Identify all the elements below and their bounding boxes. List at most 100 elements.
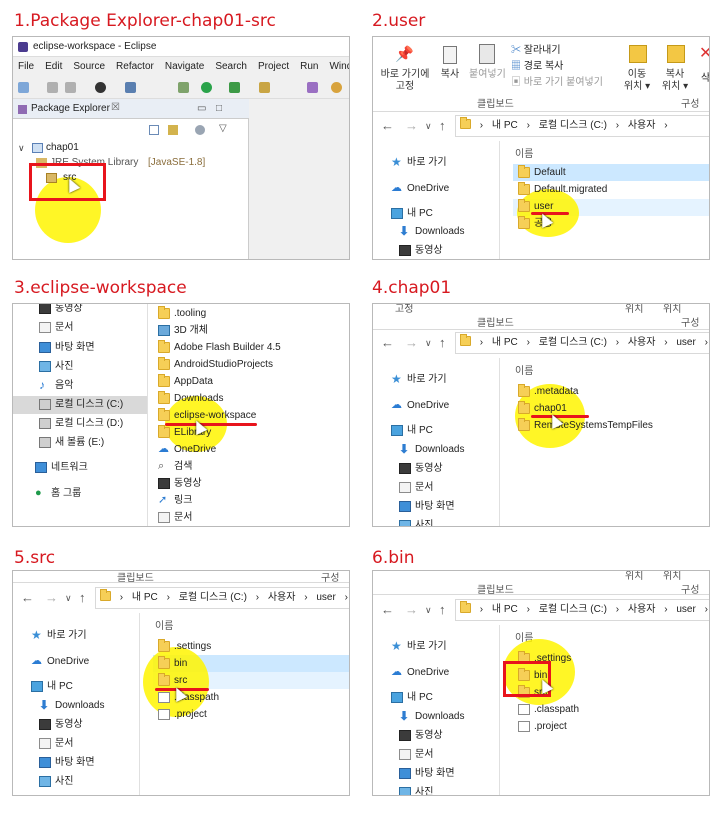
focus-icon[interactable] bbox=[195, 125, 205, 135]
address-users[interactable]: 사용자 bbox=[268, 588, 296, 608]
address-pc[interactable]: 내 PC bbox=[492, 600, 518, 620]
name-column-header[interactable]: 이름 bbox=[515, 145, 533, 160]
back-arrow-icon[interactable]: ← bbox=[381, 336, 394, 350]
new-java-icon[interactable] bbox=[259, 82, 270, 93]
save-icon[interactable] bbox=[47, 82, 58, 93]
back-arrow-icon[interactable]: ← bbox=[381, 603, 394, 617]
folder-icon bbox=[518, 216, 530, 229]
run-icon[interactable] bbox=[201, 82, 212, 93]
menu-project[interactable]: Project bbox=[258, 61, 289, 72]
expand-chevron-icon[interactable]: ∨ bbox=[18, 143, 25, 153]
search-icon[interactable] bbox=[331, 82, 342, 93]
up-arrow-icon[interactable]: ↑ bbox=[439, 336, 446, 350]
minimize-icon[interactable]: ▭ bbox=[197, 103, 206, 114]
address-bar[interactable]: › 내 PC › 로컬 디스크 (C:) › 사용자 › user › e bbox=[455, 599, 709, 621]
up-arrow-icon[interactable]: ↑ bbox=[79, 591, 86, 605]
copy-path-button[interactable]: ▦ 경로 복사 bbox=[511, 57, 563, 72]
menu-refactor[interactable]: Refactor bbox=[116, 61, 154, 72]
view-menu-icon[interactable]: ▽ bbox=[219, 123, 227, 134]
view-close-icon[interactable]: ☒ bbox=[111, 102, 120, 113]
address-user[interactable]: user bbox=[676, 600, 695, 620]
menu-run[interactable]: Run bbox=[300, 61, 318, 72]
menu-search[interactable]: Search bbox=[215, 61, 247, 72]
address-disk[interactable]: 로컬 디스크 (C:) bbox=[539, 116, 607, 136]
organize-group-label: 구성 bbox=[681, 318, 700, 329]
address-pc[interactable]: 내 PC bbox=[132, 588, 158, 608]
paste-button[interactable]: 붙여넣기 bbox=[469, 69, 506, 81]
address-pc[interactable]: 내 PC bbox=[492, 116, 518, 136]
back-arrow-icon[interactable]: ← bbox=[381, 119, 394, 133]
view-tabbar: Package Explorer ☒ ▭ □ bbox=[13, 99, 249, 119]
open-type-icon[interactable] bbox=[307, 82, 318, 93]
move-to-button[interactable]: 이동 위치 ▾ bbox=[619, 69, 655, 93]
address-disk[interactable]: 로컬 디스크 (C:) bbox=[179, 588, 247, 608]
eclipse-logo-icon bbox=[18, 42, 28, 52]
address-bar[interactable]: › 내 PC › 로컬 디스크 (C:) › 사용자 › user › e bbox=[455, 332, 709, 354]
eclipse-toolbar bbox=[13, 77, 349, 99]
delete-label[interactable]: 삭 bbox=[701, 69, 709, 84]
copy-button[interactable]: 복사 bbox=[435, 69, 465, 81]
external-tools-icon[interactable] bbox=[229, 82, 240, 93]
recent-chevron-icon[interactable]: ∨ bbox=[65, 591, 72, 605]
copy-to-icon[interactable] bbox=[667, 45, 685, 63]
profile-icon[interactable] bbox=[95, 82, 106, 93]
menu-file[interactable]: File bbox=[18, 61, 34, 72]
pin-icon[interactable]: 📌 bbox=[395, 45, 414, 63]
copy-icon[interactable] bbox=[443, 46, 457, 64]
name-column-header[interactable]: 이름 bbox=[155, 617, 173, 632]
menu-edit[interactable]: Edit bbox=[45, 61, 62, 72]
copy-to-button[interactable]: 복사 위치 ▾ bbox=[657, 69, 693, 93]
pin-button[interactable]: 바로 가기에 고정 bbox=[377, 69, 433, 93]
menu-source[interactable]: Source bbox=[73, 61, 105, 72]
maximize-icon[interactable]: □ bbox=[216, 103, 222, 114]
explorer-chap01-src: 클립보드 구성 ← → ∨ ↑ › 내 PC › 로컬 디스크 (C:) › 사… bbox=[12, 570, 350, 796]
recent-chevron-icon[interactable]: ∨ bbox=[425, 119, 432, 133]
address-user[interactable]: user bbox=[676, 333, 695, 353]
file-icon bbox=[158, 692, 170, 703]
address-users[interactable]: 사용자 bbox=[628, 116, 656, 136]
desktop-icon bbox=[39, 342, 51, 353]
forward-arrow-icon[interactable]: → bbox=[45, 591, 58, 605]
forward-arrow-icon[interactable]: → bbox=[405, 336, 418, 350]
move-to-icon[interactable] bbox=[629, 45, 647, 63]
console-icon[interactable] bbox=[125, 82, 136, 93]
delete-icon[interactable]: ✕ bbox=[699, 43, 709, 63]
ribbon-top-right1: 위치 bbox=[625, 571, 644, 582]
print-icon[interactable] bbox=[65, 82, 76, 93]
cut-button[interactable]: ✂ 잘라내기 bbox=[511, 41, 561, 56]
recent-chevron-icon[interactable]: ∨ bbox=[425, 336, 432, 350]
paste-shortcut-button[interactable]: ▣ 바로 가기 붙여넣기 bbox=[511, 73, 603, 88]
address-user[interactable]: user bbox=[316, 588, 335, 608]
address-folder-icon bbox=[100, 589, 111, 601]
computer-icon bbox=[31, 681, 43, 692]
back-arrow-icon[interactable]: ← bbox=[21, 591, 34, 605]
tree-project[interactable]: ∨ chap01 bbox=[18, 140, 79, 156]
recent-chevron-icon[interactable]: ∨ bbox=[425, 603, 432, 617]
address-users[interactable]: 사용자 bbox=[628, 600, 656, 620]
folder-icon bbox=[158, 408, 170, 421]
up-arrow-icon[interactable]: ↑ bbox=[439, 603, 446, 617]
address-pc[interactable]: 내 PC bbox=[492, 333, 518, 353]
forward-arrow-icon[interactable]: → bbox=[405, 603, 418, 617]
paste-icon[interactable] bbox=[479, 44, 495, 64]
document-icon bbox=[399, 749, 411, 760]
address-bar[interactable]: › 내 PC › 로컬 디스크 (C:) › 사용자 › user › e bbox=[95, 587, 349, 609]
up-arrow-icon[interactable]: ↑ bbox=[439, 119, 446, 133]
new-icon[interactable] bbox=[18, 82, 29, 93]
menu-navigate[interactable]: Navigate bbox=[165, 61, 204, 72]
video-icon bbox=[399, 730, 411, 741]
address-disk[interactable]: 로컬 디스크 (C:) bbox=[539, 600, 607, 620]
debug-icon[interactable] bbox=[178, 82, 189, 93]
view-title[interactable]: Package Explorer bbox=[31, 103, 110, 114]
address-disk[interactable]: 로컬 디스크 (C:) bbox=[539, 333, 607, 353]
forward-arrow-icon[interactable]: → bbox=[405, 119, 418, 133]
folder-icon bbox=[158, 374, 170, 387]
ribbon-top-left: 고정 bbox=[395, 304, 414, 315]
menu-window[interactable]: Window bbox=[329, 61, 349, 72]
address-users[interactable]: 사용자 bbox=[628, 333, 656, 353]
link-editor-icon[interactable] bbox=[168, 125, 178, 135]
address-bar[interactable]: › 내 PC › 로컬 디스크 (C:) › 사용자 › bbox=[455, 115, 709, 137]
collapse-all-icon[interactable] bbox=[149, 125, 159, 135]
name-column-header[interactable]: 이름 bbox=[515, 362, 533, 377]
step-title-4: 4.chap01 bbox=[372, 278, 452, 298]
